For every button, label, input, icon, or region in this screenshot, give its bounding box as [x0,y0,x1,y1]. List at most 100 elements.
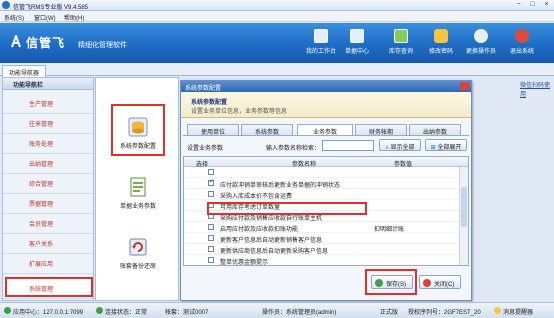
dialog-close-icon[interactable] [460,82,469,90]
document-tabstrip: 功能导航器 [0,64,554,77]
document-settings-icon [130,177,146,197]
close-button[interactable]: 关闭(C) [419,275,461,289]
desktop-icon [314,29,328,43]
wechat-scan-link[interactable]: 微信扫码使用 [520,80,554,98]
table-row[interactable]: 更新供应商信息后自动更新采购客户信息 [184,244,460,255]
inventory-icon [394,29,408,43]
brand-name: 信管飞 [26,36,66,50]
status-license: 授权序列号：2GF7EST_20 [408,310,481,316]
tab-function-navigator[interactable]: 功能导航器 [2,65,46,77]
app-banner: 信管飞 精细化管理软件 我的工作台 单据中心 库存查询 修改密码 更换操作员 退… [0,23,554,63]
connection-status-icon [96,307,103,314]
sidebar-item-system-management[interactable]: 系统管理 [3,279,93,299]
category-pane: 系统参数配置 单据业务参数 账套备份还原 [95,77,179,301]
server-status-icon [4,307,11,314]
row-checkbox[interactable] [208,191,214,197]
toolbar-change-password[interactable]: 修改密码 [424,29,458,55]
status-server: 应用中心：127.0.0.1:7099 [13,310,84,316]
grid-scrollbar[interactable] [459,167,468,265]
param-name: 整单优惠金额提示 [220,260,269,266]
close-icon [423,279,431,287]
tab-system-params[interactable]: 系统参数 [241,124,293,136]
table-row[interactable]: 整单优惠金额提示 [184,255,460,266]
dialog-header-subtitle: 设置业务单位信息，业务参数等信息 [191,109,288,115]
category-system-params[interactable]: 系统参数配置 [96,116,180,150]
sidebar-item-cashier[interactable]: 出纳管理 [3,154,93,174]
maximize-button[interactable]: □ [526,1,539,9]
status-connection: 连接状态：正常 [105,310,148,316]
row-checkbox[interactable] [208,169,214,175]
param-name: 启用应付款及应收款扣账功能 [220,227,299,233]
tab-fiscal-period[interactable]: 财务帐期 [355,124,407,136]
backup-restore-icon [129,238,147,256]
row-checkbox[interactable] [208,213,214,219]
dialog-title: 系统参数配置 [181,81,471,92]
row-checkbox[interactable] [208,178,214,186]
toolbar-switch-operator[interactable]: 更换操作员 [464,29,498,55]
user-switch-icon [474,29,488,43]
dialog-header-banner: 系统参数配置 设置业务单位信息，业务参数等信息 [181,92,471,118]
menu-system[interactable]: 系统(S) [4,13,24,22]
expand-all-button[interactable]: ⊞ 全部展开 [425,139,467,151]
save-button[interactable]: 保存(S) [371,275,413,289]
param-name: 可用库存考虑订单数量 [220,205,281,211]
toolbar-inventory-query[interactable]: 库存查询 [384,29,418,55]
sidebar-item-production[interactable]: 生产管理 [3,94,93,114]
menu-window[interactable]: 窗口(W) [34,13,56,22]
scrollbar-thumb[interactable] [461,187,467,227]
save-icon [375,279,383,287]
lock-icon [434,29,448,43]
category-backup-restore[interactable]: 账套备份还原 [96,236,180,270]
table-row[interactable]: 更新客户信息后自动更新销售客户信息 [184,233,460,244]
sidebar-header: 功能导航栏 [3,78,93,90]
row-checkbox[interactable] [208,257,214,263]
menu-help[interactable]: 帮助(H) [64,13,84,22]
sidebar-item-bookkeeping[interactable]: 账务处理 [3,134,93,154]
param-value[interactable]: 扣明细计账 [374,224,404,233]
window-title: 信管飞RMS专业版 V9.4.585 [13,5,89,11]
function-navigation-sidebar: 功能导航栏 生产管理 往来管理 账务处理 出纳管理 综合管理 票据管理 会员管理… [2,77,94,301]
sidebar-item-extensions[interactable]: 扩展应用 [3,254,93,274]
table-row[interactable]: 可用库存考虑订单数量 [184,200,460,211]
status-operator: 操作员：系统管理员(admin) [262,310,337,316]
sidebar-item-crm[interactable]: 客户关系 [3,234,93,254]
category-document-params[interactable]: 单据业务参数 [96,176,180,210]
tab-using-unit[interactable]: 使用单位 [187,124,239,136]
sidebar-item-members[interactable]: 会员管理 [3,214,93,234]
section-label: 设置业务参数 [187,146,224,152]
status-message[interactable]: 消息提醒器 [503,307,533,316]
status-account: 帐套：测试0007 [165,310,209,316]
table-row[interactable]: 采购入库成本价不包含运费 [184,189,460,200]
settings-database-icon [128,117,148,137]
tab-divider [183,135,469,136]
status-bar: 应用中心：127.0.0.1:7099 连接状态：正常 帐套：测试0007 操作… [0,302,554,318]
app-icon [2,1,10,9]
param-name: 更新客户信息后自动更新销售客户信息 [220,238,323,244]
sidebar-item-accounts[interactable]: 往来管理 [3,114,93,134]
table-row[interactable]: 启用应付款及应收款扣账功能 扣明细计账 [184,222,460,233]
sidebar-item-invoices[interactable]: 票据管理 [3,194,93,214]
sidebar-item-general[interactable]: 综合管理 [3,174,93,194]
message-icon [494,307,501,314]
show-all-button[interactable]: ⌕ 显示全部 [379,139,421,151]
minimize-button[interactable]: − [512,1,525,9]
toolbar-document-center[interactable]: 单据中心 [340,29,374,55]
brand-slogan: 精细化管理软件 [78,42,127,49]
menu-bar: 系统(S) 窗口(W) 帮助(H) [0,11,554,22]
table-row[interactable]: 应付款冲销单审核后更新业务单据的冲销状态 [184,178,460,189]
param-name: 采购入库成本价不包含运费 [220,194,293,200]
row-checkbox[interactable] [208,235,214,241]
param-name: 更新供应商信息后自动更新采购客户信息 [220,249,329,255]
grid-header: 选择 参数名称 参数值 [184,157,468,168]
param-search-input[interactable] [322,140,374,151]
search-label: 输入参数名称检索： [266,146,321,152]
row-checkbox[interactable] [208,224,214,230]
table-row[interactable] [184,167,460,178]
table-row[interactable]: 采购应付款及销售应收款自行账单主机 [184,211,460,222]
toolbar-exit-system[interactable]: 退出系统 [505,29,539,55]
close-window-button[interactable]: × [540,1,553,9]
tab-cashier-params[interactable]: 出纳参数 [409,124,461,136]
row-checkbox[interactable] [208,202,214,208]
row-checkbox[interactable] [208,246,214,252]
toolbar-my-workbench[interactable]: 我的工作台 [304,29,338,55]
